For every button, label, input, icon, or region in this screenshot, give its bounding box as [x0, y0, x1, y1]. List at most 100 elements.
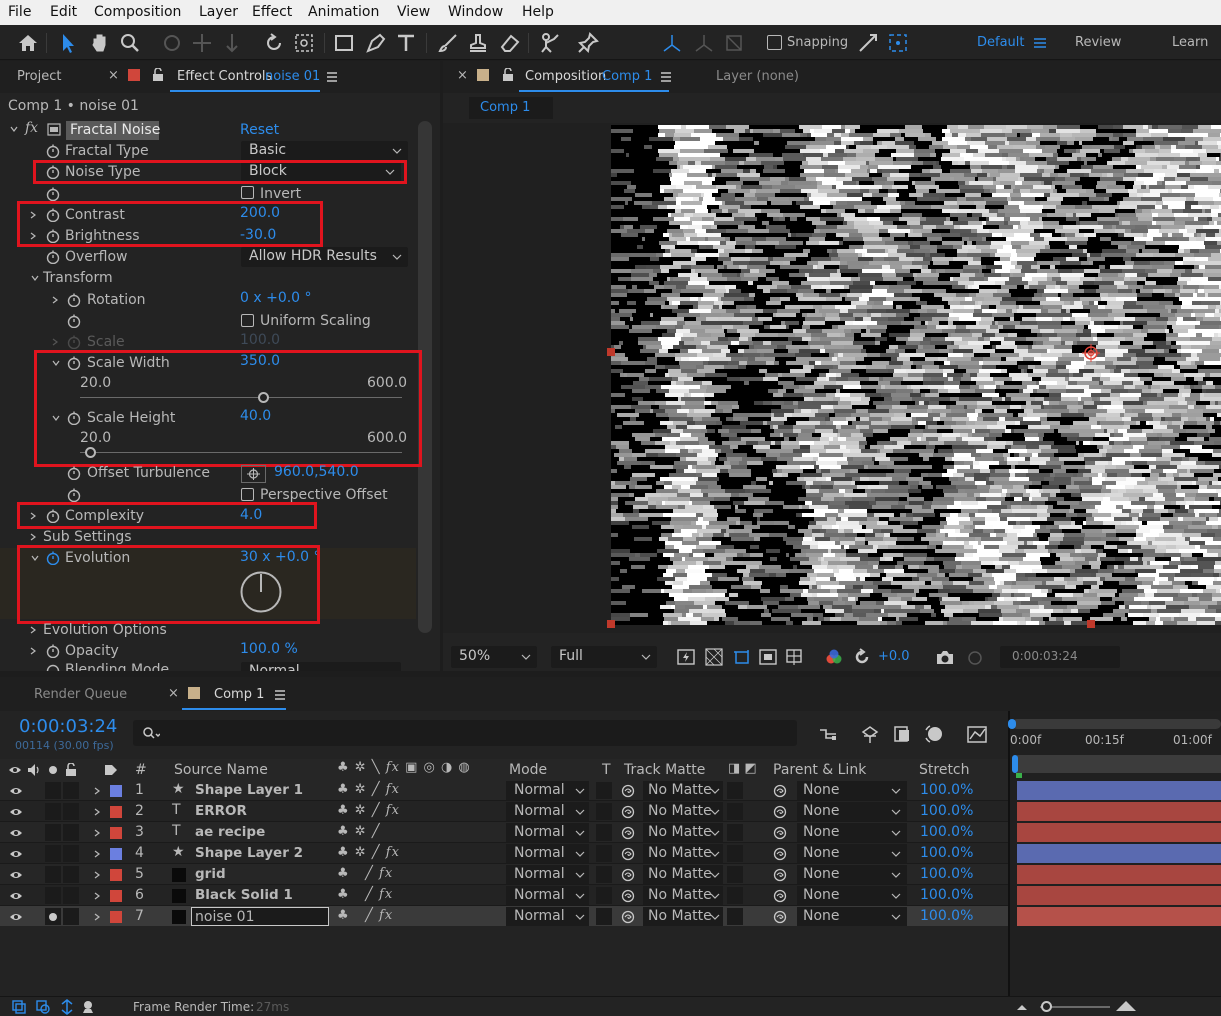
layer-handle[interactable] [607, 620, 615, 628]
track-matte-dropdown[interactable]: No Matte [643, 886, 723, 905]
layer-name[interactable]: Shape Layer 2 [195, 845, 303, 861]
local-axis-icon[interactable] [660, 31, 684, 55]
track-matte-dropdown[interactable]: No Matte [643, 844, 723, 863]
home-icon[interactable] [16, 31, 40, 55]
layer-handle[interactable] [1087, 620, 1095, 628]
transfer-controls-toggle-icon[interactable] [36, 1000, 50, 1014]
mode-dropdown[interactable]: Normal [506, 802, 589, 821]
shy-layers-icon[interactable] [892, 724, 912, 744]
search-input[interactable] [133, 720, 797, 746]
chevron-right-icon[interactable] [93, 850, 101, 858]
mode-dropdown[interactable]: Normal [506, 886, 589, 905]
camera-icon[interactable] [935, 649, 955, 667]
eraser-tool-icon[interactable] [498, 31, 522, 55]
lock-icon[interactable] [65, 763, 77, 777]
zoom-slider-thumb[interactable] [1041, 1001, 1052, 1012]
menu-window[interactable]: Window [448, 4, 503, 20]
track-matte-dropdown[interactable]: No Matte [643, 823, 723, 842]
matte-toggle[interactable] [727, 887, 743, 904]
layer-name[interactable]: Shape Layer 1 [195, 782, 303, 798]
opacity-value[interactable]: 100.0 % [240, 641, 298, 657]
transform-label[interactable]: Transform [43, 270, 113, 286]
time-navigator-start-handle[interactable] [1008, 719, 1016, 729]
graph-editor-icon[interactable] [966, 724, 988, 744]
perspective-offset-checkbox[interactable] [241, 488, 254, 501]
rotation-value[interactable]: 0 x +0.0 ° [240, 290, 312, 306]
offset-turbulence-value[interactable]: 960.0,540.0 [274, 464, 359, 480]
eye-icon[interactable] [8, 764, 22, 776]
preserve-transparency-toggle[interactable] [596, 887, 612, 904]
lock-toggle[interactable] [63, 824, 79, 841]
layer-row[interactable]: 1 ★ Shape Layer 1 ♣ ✲ ╱ fx Normal No Matte Non… [0, 780, 1008, 801]
label-color-swatch[interactable] [110, 827, 122, 839]
puppet-pin-icon[interactable] [576, 31, 600, 55]
view-axis-icon[interactable] [722, 31, 746, 55]
panel-menu-icon[interactable] [660, 71, 672, 83]
pick-whip-icon[interactable] [621, 784, 635, 798]
audio-icon[interactable] [26, 763, 40, 777]
layer-row[interactable]: 2 T ERROR ♣ ✲ ╱ fx Normal No Matte None 100.0% [0, 801, 1008, 822]
eye-icon[interactable] [9, 870, 23, 880]
stopwatch-icon[interactable] [46, 644, 60, 658]
layer-name[interactable]: Black Solid 1 [195, 887, 293, 903]
stopwatch-icon[interactable] [67, 314, 81, 328]
pick-whip-icon[interactable] [621, 826, 635, 840]
tab-comp[interactable]: Comp 1 [214, 687, 264, 702]
menu-edit[interactable]: Edit [50, 4, 77, 20]
dolly-tool-icon[interactable] [220, 31, 244, 55]
type-tool-icon[interactable] [394, 31, 418, 55]
matte-toggle[interactable] [727, 845, 743, 862]
current-time[interactable]: 0:00:03:24 [19, 716, 117, 737]
zoom-in-icon[interactable] [1115, 1000, 1137, 1012]
comp-sub-tab[interactable]: Comp 1 [469, 97, 553, 119]
sub-settings-label[interactable]: Sub Settings [43, 529, 132, 545]
track-matte-dropdown[interactable]: No Matte [643, 781, 723, 800]
preserve-transparency-toggle[interactable] [596, 803, 612, 820]
comp-mini-flowchart-icon[interactable] [818, 724, 838, 744]
fractal-type-dropdown[interactable]: Basic [241, 141, 408, 161]
layer-duration-bar[interactable] [1017, 823, 1221, 842]
brush-tool-icon[interactable] [436, 31, 460, 55]
layer-row[interactable]: 3 Tae recipe ♣ ✲ ╱ Normal No Matte None 100.0… [0, 822, 1008, 843]
evolution-options-label[interactable]: Evolution Options [43, 622, 167, 638]
guides-icon[interactable] [785, 648, 803, 666]
layer-duration-bar[interactable] [1017, 781, 1221, 800]
layer-switches[interactable]: ♣ ✲ ╱ fx [337, 845, 400, 860]
snapshot-icon[interactable] [965, 649, 985, 667]
parent-dropdown[interactable]: None [797, 823, 907, 842]
resolution-dropdown[interactable]: Full [551, 646, 657, 668]
preserve-transparency-toggle[interactable] [596, 782, 612, 799]
mode-dropdown[interactable]: Normal [506, 781, 589, 800]
chevron-right-icon[interactable] [51, 296, 59, 304]
stretch-value[interactable]: 100.0% [920, 803, 973, 819]
chevron-right-icon[interactable] [93, 913, 101, 921]
region-of-interest-icon[interactable] [759, 648, 777, 666]
panel-menu-icon[interactable] [326, 71, 338, 83]
mode-dropdown[interactable]: Normal [506, 844, 589, 863]
pan-tool-icon[interactable] [190, 31, 214, 55]
parent-pick-whip-icon[interactable] [773, 805, 787, 819]
fx-icon[interactable]: fx [25, 120, 38, 136]
stretch-value[interactable]: 100.0% [920, 866, 973, 882]
panel-menu-icon[interactable] [274, 689, 286, 701]
label-color-swatch[interactable] [110, 848, 122, 860]
menu-view[interactable]: View [397, 4, 430, 20]
layer-switches[interactable]: ♣ ╱ fx [337, 887, 393, 902]
parent-dropdown[interactable]: None [797, 781, 907, 800]
parent-pick-whip-icon[interactable] [773, 910, 787, 924]
mode-dropdown[interactable]: Normal [506, 823, 589, 842]
tab-comp-name[interactable]: Comp 1 [602, 69, 652, 84]
render-time-toggle-icon[interactable] [82, 1000, 98, 1014]
matte-toggle[interactable] [727, 866, 743, 883]
layer-duration-bar[interactable] [1017, 886, 1221, 905]
track-matte-dropdown[interactable]: No Matte [643, 802, 723, 821]
layer-switches[interactable]: ♣ ✲ ╱ fx [337, 782, 400, 797]
tab-layer[interactable]: Layer (none) [716, 69, 799, 84]
label-color-swatch[interactable] [110, 806, 122, 818]
stopwatch-icon[interactable] [46, 250, 60, 264]
layer-name-edit-field[interactable]: noise 01 [191, 907, 329, 926]
chevron-right-icon[interactable] [29, 626, 37, 634]
expand-icon[interactable] [886, 31, 910, 55]
current-time-indicator[interactable] [1012, 755, 1018, 773]
label-color-swatch[interactable] [110, 869, 122, 881]
